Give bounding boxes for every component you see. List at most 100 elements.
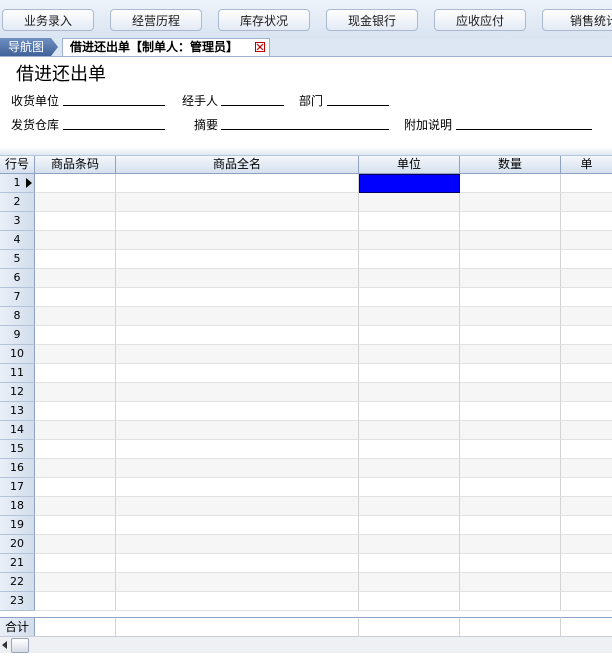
handler-field[interactable] [221,105,284,106]
toolbar-button-cash-bank[interactable]: 现金银行 [326,9,418,31]
cell-unit[interactable] [359,269,460,288]
cell-quantity[interactable] [460,383,561,402]
row-number[interactable]: 7 [0,288,35,307]
column-header-unit[interactable]: 单位 [359,156,460,174]
tab-borrow-return-document[interactable]: 借进还出单【制单人：管理员】 [62,38,270,56]
table-row[interactable]: 12 [0,383,612,402]
cell-unit[interactable] [359,383,460,402]
cell-unit-price[interactable] [561,402,612,421]
summary-field[interactable] [221,129,389,130]
cell-barcode[interactable] [35,231,116,250]
cell-unit[interactable] [359,478,460,497]
cell-unit-price[interactable] [561,250,612,269]
cell-full-name[interactable] [116,307,359,326]
column-header-full-name[interactable]: 商品全名 [116,156,359,174]
row-number[interactable]: 19 [0,516,35,535]
cell-quantity[interactable] [460,193,561,212]
row-number[interactable]: 12 [0,383,35,402]
table-row[interactable]: 8 [0,307,612,326]
table-row[interactable]: 17 [0,478,612,497]
cell-full-name[interactable] [116,516,359,535]
cell-full-name[interactable] [116,497,359,516]
row-number[interactable]: 16 [0,459,35,478]
cell-unit-price[interactable] [561,459,612,478]
cell-unit-price[interactable] [561,212,612,231]
cell-unit-price[interactable] [561,554,612,573]
table-row[interactable]: 3 [0,212,612,231]
cell-unit-price[interactable] [561,307,612,326]
column-header-unit-price[interactable]: 单 [561,156,612,174]
row-number[interactable]: 4 [0,231,35,250]
cell-full-name[interactable] [116,364,359,383]
row-number[interactable]: 15 [0,440,35,459]
cell-unit-price[interactable] [561,535,612,554]
table-row[interactable]: 22 [0,573,612,592]
cell-full-name[interactable] [116,174,359,193]
cell-barcode[interactable] [35,364,116,383]
cell-unit[interactable] [359,554,460,573]
cell-unit[interactable] [359,402,460,421]
cell-barcode[interactable] [35,497,116,516]
cell-barcode[interactable] [35,440,116,459]
cell-full-name[interactable] [116,269,359,288]
cell-full-name[interactable] [116,193,359,212]
row-number[interactable]: 20 [0,535,35,554]
cell-barcode[interactable] [35,307,116,326]
cell-full-name[interactable] [116,212,359,231]
cell-barcode[interactable] [35,554,116,573]
cell-unit[interactable] [359,516,460,535]
cell-quantity[interactable] [460,459,561,478]
cell-full-name[interactable] [116,440,359,459]
cell-unit[interactable] [359,535,460,554]
cell-quantity[interactable] [460,497,561,516]
cell-quantity[interactable] [460,516,561,535]
table-row[interactable]: 5 [0,250,612,269]
cell-unit[interactable] [359,440,460,459]
row-number[interactable]: 1 [0,174,35,193]
cell-full-name[interactable] [116,231,359,250]
row-number[interactable]: 14 [0,421,35,440]
table-row[interactable]: 2 [0,193,612,212]
shipping-warehouse-field[interactable] [63,129,165,130]
cell-unit[interactable] [359,592,460,611]
department-field[interactable] [327,105,389,106]
table-row[interactable]: 15 [0,440,612,459]
table-row[interactable]: 23 [0,592,612,611]
table-row[interactable]: 9 [0,326,612,345]
row-number[interactable]: 8 [0,307,35,326]
cell-full-name[interactable] [116,535,359,554]
cell-unit-price[interactable] [561,516,612,535]
row-number[interactable]: 9 [0,326,35,345]
cell-quantity[interactable] [460,231,561,250]
row-number[interactable]: 11 [0,364,35,383]
cell-quantity[interactable] [460,307,561,326]
table-row[interactable]: 1 [0,174,612,193]
row-number[interactable]: 5 [0,250,35,269]
close-box-icon[interactable] [255,42,265,52]
cell-barcode[interactable] [35,193,116,212]
cell-barcode[interactable] [35,326,116,345]
tab-navigation[interactable]: 导航图 [0,38,58,56]
toolbar-button-sales-statistics[interactable]: 销售统计 [542,9,612,31]
table-row[interactable]: 14 [0,421,612,440]
cell-unit[interactable] [359,250,460,269]
cell-quantity[interactable] [460,364,561,383]
cell-quantity[interactable] [460,288,561,307]
table-row[interactable]: 11 [0,364,612,383]
row-number[interactable]: 23 [0,592,35,611]
cell-unit-price[interactable] [561,478,612,497]
row-number[interactable]: 6 [0,269,35,288]
cell-quantity[interactable] [460,212,561,231]
cell-unit-price[interactable] [561,421,612,440]
cell-unit[interactable] [359,459,460,478]
chevron-left-icon[interactable] [0,638,10,652]
cell-quantity[interactable] [460,421,561,440]
cell-unit[interactable] [359,364,460,383]
cell-unit-price[interactable] [561,326,612,345]
cell-full-name[interactable] [116,383,359,402]
column-header-barcode[interactable]: 商品条码 [35,156,116,174]
cell-unit[interactable] [359,573,460,592]
cell-unit[interactable] [359,307,460,326]
table-row[interactable]: 18 [0,497,612,516]
cell-barcode[interactable] [35,212,116,231]
